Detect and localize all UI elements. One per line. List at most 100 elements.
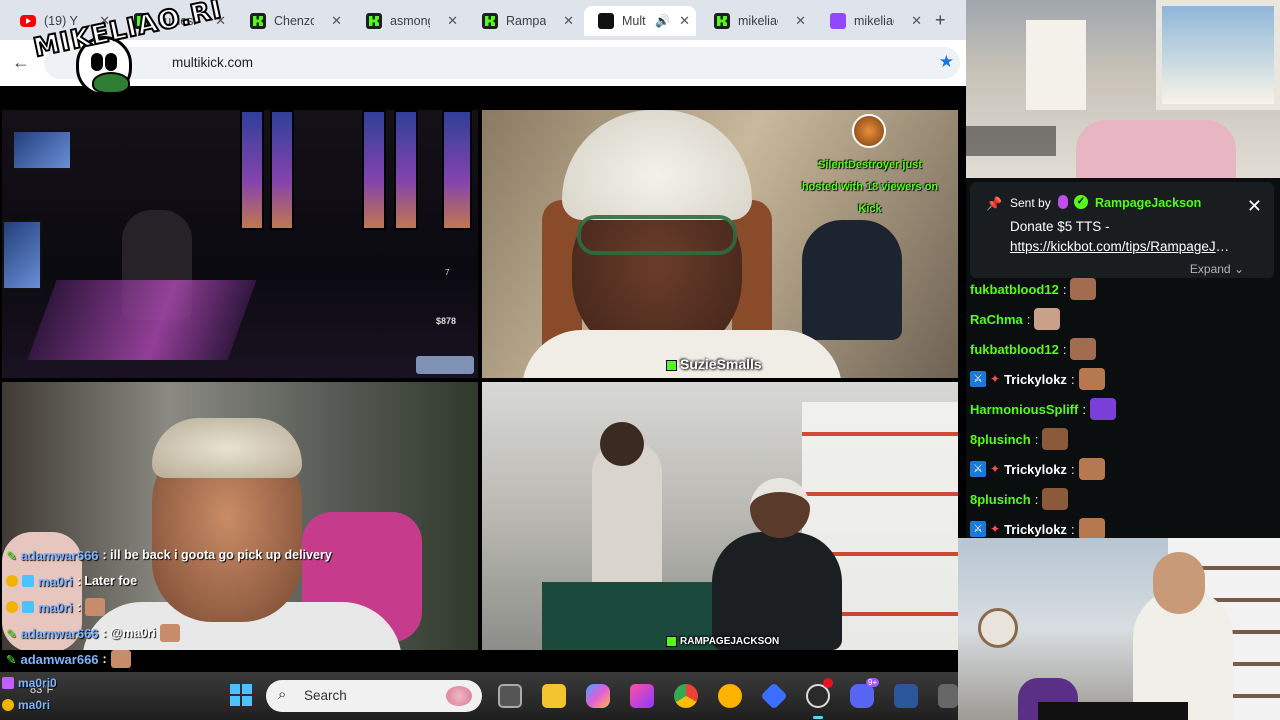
hud-value: $878 <box>436 316 457 326</box>
leaf-graphic <box>92 72 130 94</box>
kick-chat-panel: 📌 Sent by ✓ RampageJackson ✕ Donate $5 T… <box>966 178 1280 540</box>
mini-chat-line: ma0ri <box>2 694 222 716</box>
chat-username: ma0ri <box>38 599 73 615</box>
tab-multikick[interactable]: Mult 🔊 ✕ <box>584 6 696 36</box>
emote-image <box>1089 398 1116 420</box>
chat-username: ma0ri0 <box>18 676 57 690</box>
moderator-sword-icon: ⚔ <box>970 371 986 387</box>
tab-asmongold[interactable]: asmong ✕ <box>352 6 464 36</box>
close-icon[interactable]: ✕ <box>331 13 342 29</box>
chat-messages-list: fukbatblood12: RaChma: fukbatblood12: ⚔ … <box>970 274 1276 544</box>
chat-message: : <box>76 600 81 614</box>
subscriber-badge-icon: ✦ <box>990 372 1001 386</box>
chat-username[interactable]: RaChma <box>970 312 1023 327</box>
discord-icon[interactable] <box>850 684 874 708</box>
search-icon: ⌕ <box>278 686 287 703</box>
back-arrow-icon[interactable]: ← <box>12 52 30 73</box>
caption-text: RAMPAGEJACKSON <box>680 636 780 648</box>
emote-image <box>1070 338 1097 360</box>
moderator-sword-icon: ⚔ <box>970 461 986 477</box>
emote-image <box>84 598 105 616</box>
chat-username[interactable]: Trickylokz <box>1004 522 1067 537</box>
tab-chenzo[interactable]: Chenzo ✕ <box>236 6 348 36</box>
chat-message-row[interactable]: RaChma: <box>970 304 1276 334</box>
clock-graphic <box>978 608 1018 648</box>
file-explorer-icon[interactable] <box>542 684 566 708</box>
word-icon[interactable] <box>894 684 918 708</box>
kick-icon <box>250 13 266 29</box>
pinned-sender[interactable]: RampageJackson <box>1095 196 1201 210</box>
close-icon[interactable]: ✕ <box>911 13 922 29</box>
windows-start-icon[interactable] <box>230 684 252 706</box>
vpn-icon[interactable] <box>760 682 788 710</box>
speaker-icon[interactable]: 🔊 <box>655 14 670 28</box>
overlay-chat-line: ma0ri : Later foe <box>6 568 426 594</box>
chat-username[interactable]: fukbatblood12 <box>970 342 1059 357</box>
stream-logo: MIKELIAO.RI <box>30 0 226 108</box>
badge-icon <box>6 601 18 613</box>
kick-icon <box>366 13 382 29</box>
chat-username[interactable]: Trickylokz <box>1004 372 1067 387</box>
person-graphic <box>712 532 842 650</box>
chat-username[interactable]: 8plusinch <box>970 492 1031 507</box>
chat-username[interactable]: 8plusinch <box>970 432 1031 447</box>
host-avatar <box>852 114 886 148</box>
pinned-text: Donate $5 TTS - <box>1010 219 1110 234</box>
twitch-icon <box>830 13 846 29</box>
url-text: multikick.com <box>172 55 254 70</box>
copilot-icon[interactable] <box>586 684 610 708</box>
overflow-icon[interactable] <box>938 684 958 708</box>
chat-username[interactable]: fukbatblood12 <box>970 282 1059 297</box>
emote-image <box>1042 428 1069 450</box>
sunlight-icon[interactable] <box>718 684 742 708</box>
multikick-icon <box>598 13 614 29</box>
overlay-chat-line: ma0ri : <box>6 594 426 620</box>
room-camera-feed <box>966 0 1280 178</box>
chat-message-row[interactable]: fukbatblood12: <box>970 274 1276 304</box>
tab-mikeliao-twitch[interactable]: mikeliac ✕ <box>816 6 928 36</box>
pencil-icon: ✎ <box>6 626 17 641</box>
chat-message-row[interactable]: 8plusinch: <box>970 424 1276 454</box>
tab-rampage[interactable]: Rampag ✕ <box>468 6 580 36</box>
pinned-link[interactable]: https://kickbot.com/tips/RampageJackson <box>1010 239 1230 254</box>
streamer-webcam-feed <box>958 538 1280 720</box>
chat-message-row[interactable]: HarmoniousSpliff: <box>970 394 1276 424</box>
head-graphic <box>600 422 644 466</box>
desk-graphic <box>27 280 257 360</box>
close-icon[interactable]: ✕ <box>447 13 458 29</box>
background-person <box>802 220 902 340</box>
bookmark-star-icon[interactable]: ★ <box>939 52 954 72</box>
stream-tile-4[interactable]: RAMPAGEJACKSON <box>482 382 958 650</box>
close-icon[interactable]: ✕ <box>563 13 574 29</box>
mini-chat-line: ma0ri0 <box>2 672 222 694</box>
chat-message-row[interactable]: fukbatblood12: <box>970 334 1276 364</box>
chrome-icon[interactable] <box>674 684 698 708</box>
emote-image <box>1078 518 1105 540</box>
window-graphic <box>362 110 386 230</box>
chat-message-row[interactable]: 8plusinch: <box>970 484 1276 514</box>
chat-username[interactable]: HarmoniousSpliff <box>970 402 1078 417</box>
beanie-graphic <box>562 110 752 220</box>
tab-mikeliao-kick[interactable]: mikeliac ✕ <box>700 6 812 36</box>
pin-icon: 📌 <box>986 196 1003 211</box>
close-icon[interactable]: ✕ <box>1247 196 1262 217</box>
stream-tile-2[interactable]: SilentDestroyer just hosted with 18 view… <box>482 110 958 378</box>
chat-username[interactable]: Trickylokz <box>1004 462 1067 477</box>
subscriber-badge-icon: ✦ <box>990 522 1001 536</box>
hair-graphic <box>152 418 302 478</box>
stream-tile-1[interactable]: 7 $878 <box>2 110 478 378</box>
close-icon[interactable]: ✕ <box>795 13 806 29</box>
streamer-caption: SuzieSmalls <box>666 356 762 372</box>
chat-message-row[interactable]: ⚔ ✦ Trickylokz: <box>970 454 1276 484</box>
task-view-icon[interactable] <box>498 684 522 708</box>
chat-message-row[interactable]: ⚔ ✦ Trickylokz: <box>970 364 1276 394</box>
address-bar[interactable]: multikick.com ★ <box>44 47 960 79</box>
new-tab-button[interactable]: + <box>935 10 946 31</box>
notification-dot <box>823 678 833 688</box>
emote-image <box>159 624 180 642</box>
blanket-graphic <box>1076 120 1236 178</box>
paint-icon[interactable] <box>630 684 654 708</box>
emote-image <box>110 650 131 668</box>
close-icon[interactable]: ✕ <box>679 13 690 29</box>
taskbar-search[interactable]: ⌕ Search <box>266 680 482 712</box>
